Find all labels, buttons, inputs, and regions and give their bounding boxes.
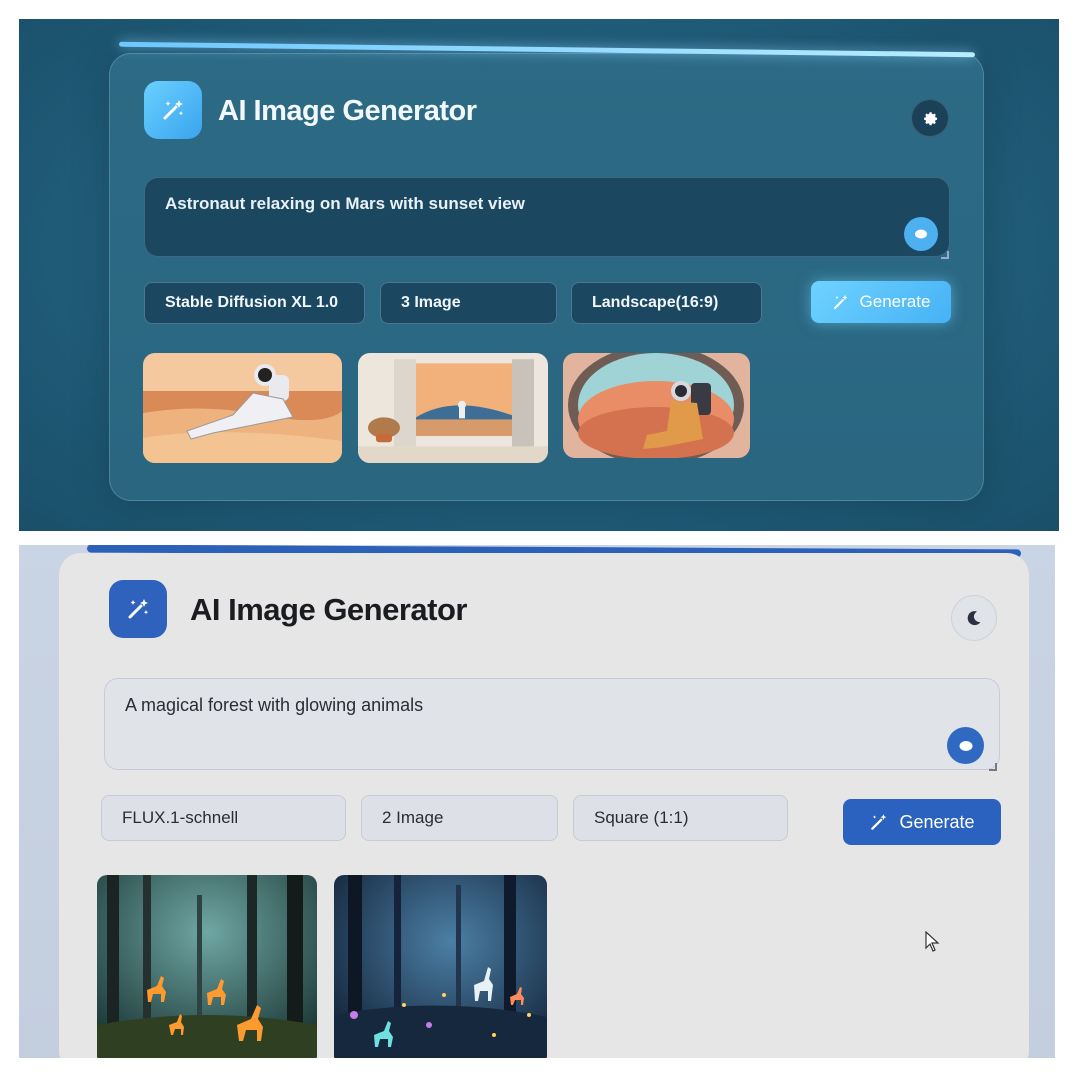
theme-toggle-button[interactable] — [951, 595, 997, 641]
voice-input-button[interactable] — [904, 217, 938, 251]
result-image-1[interactable] — [97, 875, 317, 1058]
magic-wand-icon — [109, 580, 167, 638]
generate-button[interactable]: Generate — [843, 799, 1001, 845]
magic-wand-icon — [871, 814, 887, 830]
app-title: AI Image Generator — [218, 95, 477, 127]
settings-button[interactable] — [911, 99, 949, 137]
model-select[interactable]: FLUX.1-schnell — [101, 795, 346, 841]
resize-handle[interactable] — [941, 251, 949, 259]
result-image-2[interactable] — [358, 353, 548, 463]
prompt-textarea[interactable]: Astronaut relaxing on Mars with sunset v… — [144, 177, 950, 257]
image-count-select[interactable]: 2 Image — [361, 795, 558, 841]
magic-wand-icon — [833, 295, 848, 309]
mouse-pointer-icon — [925, 931, 940, 952]
magic-wand-icon — [144, 81, 202, 139]
prompt-text: Astronaut relaxing on Mars with sunset v… — [165, 194, 525, 213]
microphone-icon — [915, 229, 927, 239]
image-count-select[interactable]: 3 Image — [380, 282, 557, 324]
generate-label: Generate — [859, 292, 931, 311]
app-title: AI Image Generator — [190, 592, 467, 627]
resize-handle[interactable] — [989, 763, 997, 771]
generate-label: Generate — [899, 811, 975, 832]
model-select[interactable]: Stable Diffusion XL 1.0 — [144, 282, 365, 324]
gear-icon — [924, 112, 938, 126]
prompt-text: A magical forest with glowing animals — [125, 695, 424, 715]
result-image-2[interactable] — [334, 875, 547, 1058]
moon-icon — [967, 611, 981, 626]
dark-theme-screenshot: AI Image Generator Astronaut relaxing on… — [19, 19, 1059, 531]
light-theme-screenshot: AI Image Generator A magical forest with… — [19, 545, 1055, 1058]
prompt-textarea[interactable]: A magical forest with glowing animals — [104, 678, 1000, 770]
generate-button[interactable]: Generate — [811, 281, 951, 323]
voice-input-button[interactable] — [947, 727, 984, 764]
aspect-ratio-select[interactable]: Square (1:1) — [573, 795, 788, 841]
aspect-ratio-select[interactable]: Landscape(16:9) — [571, 282, 762, 324]
microphone-icon — [959, 740, 972, 751]
result-image-3[interactable] — [563, 353, 750, 458]
result-image-1[interactable] — [143, 353, 342, 463]
